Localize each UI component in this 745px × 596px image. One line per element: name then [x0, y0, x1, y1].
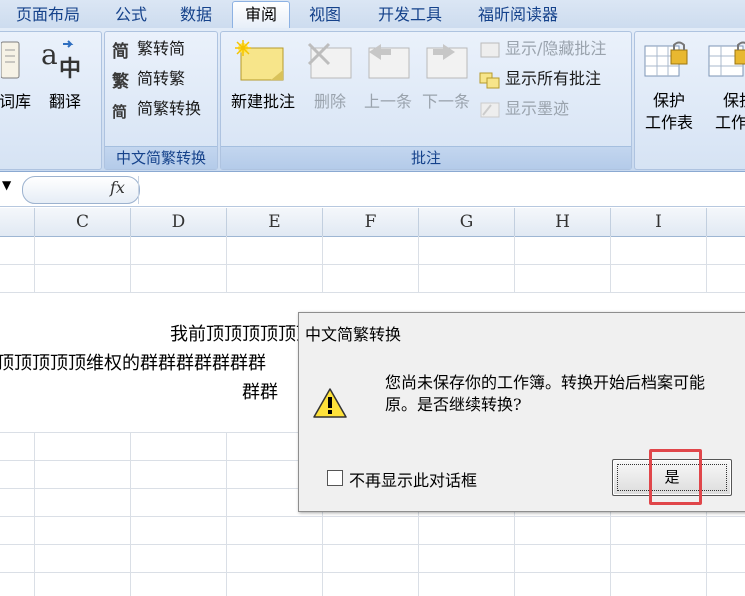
column-header-g[interactable]: G — [419, 208, 515, 236]
ribbon-tab-bar: 页面布局 公式 数据 审阅 视图 开发工具 福昕阅读器 — [0, 0, 745, 29]
show-ink-button[interactable]: 显示墨迹 — [479, 96, 569, 122]
svg-text:繁: 繁 — [111, 71, 130, 90]
translate-button[interactable]: 翻译 — [45, 90, 85, 114]
protect-sheet-button[interactable]: 保护 工作表 — [637, 90, 701, 134]
dialog-message-line-2: 原。是否继续转换? — [385, 395, 522, 414]
highlight-box — [649, 449, 702, 505]
next-comment-button[interactable]: 下一条 — [417, 90, 475, 114]
svg-text:简: 简 — [112, 41, 129, 60]
tab-data[interactable]: 数据 — [168, 4, 224, 26]
column-header-b-partial[interactable] — [0, 208, 35, 236]
show-all-comments-label: 显示所有批注 — [505, 69, 602, 88]
column-header-h[interactable]: H — [515, 208, 611, 236]
protect-sheet-label-2: 工作表 — [644, 113, 693, 132]
dialog-title: 中文简繁转换 — [305, 325, 402, 344]
trad-to-simp-label: 繁转简 — [137, 39, 186, 58]
column-header-row: C D E F G H I — [0, 208, 745, 237]
name-box-dropdown-icon[interactable]: ▼ — [2, 178, 11, 192]
show-all-comments-button[interactable]: 显示所有批注 — [479, 66, 601, 92]
protect-workbook-button[interactable]: 保护 工作簿 — [699, 90, 745, 134]
svg-text:a: a — [41, 38, 58, 71]
column-header-f[interactable]: F — [323, 208, 419, 236]
ribbon: 词库 a 中 翻译 简繁转简 繁简转繁 简简繁转换 中文简繁转换 新建批注 删除… — [0, 28, 745, 172]
tab-developer[interactable]: 开发工具 — [364, 4, 456, 26]
ribbon-group-chinese-conversion: 简繁转简 繁简转繁 简简繁转换 中文简繁转换 — [104, 31, 218, 170]
column-header-c[interactable]: C — [35, 208, 131, 236]
new-comment-button[interactable]: 新建批注 — [225, 90, 301, 114]
ribbon-group-proofing: 词库 a 中 翻译 — [0, 31, 102, 170]
tab-view[interactable]: 视图 — [298, 4, 352, 26]
ribbon-group-comments: 新建批注 删除 上一条 下一条 显示/隐藏批注 显示所有批注 显示墨迹 批注 — [220, 31, 632, 170]
column-header-j-partial[interactable] — [707, 208, 745, 236]
svg-text:简: 简 — [112, 103, 127, 120]
formula-bar-separator — [138, 176, 139, 204]
simp-trad-convert-button[interactable]: 简简繁转换 — [111, 96, 201, 122]
svg-text:中: 中 — [59, 57, 81, 82]
previous-comment-button[interactable]: 上一条 — [359, 90, 417, 114]
trad-to-simp-button[interactable]: 简繁转简 — [111, 36, 185, 62]
column-header-i[interactable]: I — [611, 208, 707, 236]
show-hide-comment-icon — [479, 40, 501, 60]
tab-foxit-reader[interactable]: 福昕阅读器 — [466, 4, 570, 26]
dont-show-again-checkbox[interactable] — [327, 470, 343, 486]
show-hide-comment-button[interactable]: 显示/隐藏批注 — [479, 36, 606, 62]
warning-icon — [313, 388, 347, 418]
protect-sheet-icon — [644, 41, 688, 77]
show-all-comments-icon — [479, 70, 501, 90]
ribbon-group-changes: 保护 工作表 保护 工作簿 — [634, 31, 745, 170]
column-header-e[interactable]: E — [227, 208, 323, 236]
previous-comment-icon — [368, 44, 410, 79]
protect-workbook-icon — [708, 41, 745, 77]
translate-icon: a 中 — [41, 38, 81, 82]
protect-workbook-label-1: 保护 — [722, 91, 745, 110]
simp-to-trad-label: 简转繁 — [137, 69, 186, 88]
new-comment-icon — [235, 40, 284, 81]
next-comment-icon — [426, 44, 468, 79]
delete-comment-icon — [307, 42, 352, 79]
comments-group-label: 批注 — [221, 146, 631, 169]
show-hide-comment-label: 显示/隐藏批注 — [505, 39, 607, 58]
tab-formulas[interactable]: 公式 — [104, 4, 158, 26]
simp-trad-convert-label: 简繁转换 — [137, 99, 202, 118]
thesaurus-button[interactable]: 词库 — [0, 90, 35, 114]
tab-review[interactable]: 审阅 — [232, 1, 290, 29]
delete-comment-button[interactable]: 删除 — [305, 90, 355, 114]
dialog-message-line-1: 您尚未保存你的工作簿。转换开始后档案可能 — [385, 373, 706, 392]
tab-page-layout[interactable]: 页面布局 — [8, 4, 88, 26]
chinese-conversion-group-label: 中文简繁转换 — [105, 146, 217, 169]
dont-show-again-label[interactable]: 不再显示此对话框 — [349, 467, 477, 491]
show-ink-label: 显示墨迹 — [505, 99, 570, 118]
protect-workbook-label-2: 工作簿 — [714, 113, 745, 132]
thesaurus-icon — [1, 41, 20, 79]
column-header-d[interactable]: D — [131, 208, 227, 236]
simp-to-trad-icon: 繁 — [111, 70, 133, 92]
simp-to-trad-button[interactable]: 繁简转繁 — [111, 66, 185, 92]
protect-sheet-label-1: 保护 — [652, 91, 685, 110]
show-ink-icon — [479, 100, 501, 120]
simp-trad-convert-icon: 简 — [111, 100, 133, 121]
insert-function-button[interactable]: fx — [110, 178, 125, 197]
dialog-message: 您尚未保存你的工作簿。转换开始后档案可能 原。是否继续转换? — [385, 372, 705, 416]
trad-to-simp-icon: 简 — [111, 40, 133, 62]
